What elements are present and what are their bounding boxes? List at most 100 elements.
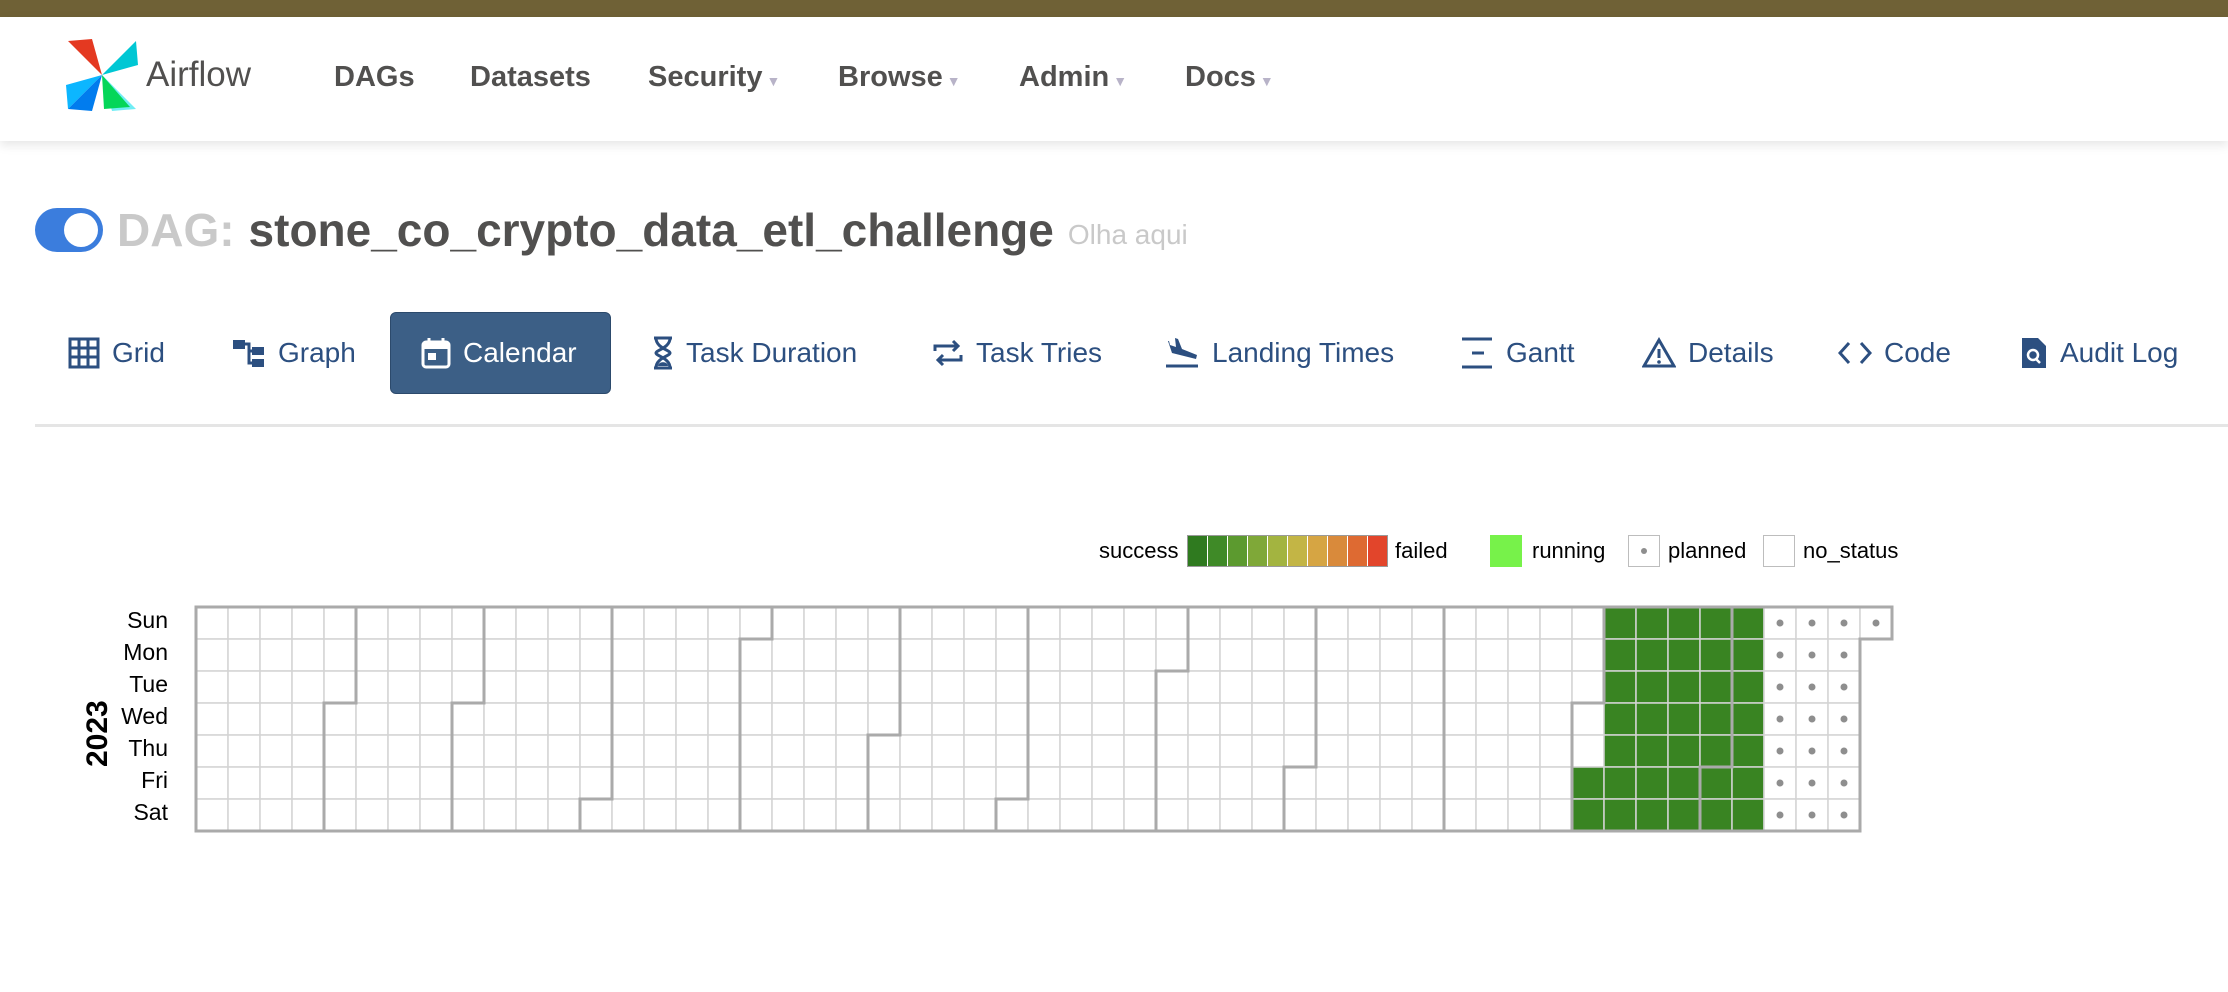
day-cell[interactable] (835, 606, 869, 640)
day-cell[interactable] (1187, 798, 1221, 832)
day-cell-success[interactable] (1635, 702, 1669, 736)
day-cell[interactable] (579, 606, 613, 640)
day-cell[interactable] (355, 638, 389, 672)
day-cell[interactable] (1443, 606, 1477, 640)
day-cell[interactable] (1187, 606, 1221, 640)
day-cell[interactable] (1507, 702, 1541, 736)
day-cell[interactable] (451, 702, 485, 736)
day-cell[interactable] (195, 606, 229, 640)
day-cell[interactable] (483, 606, 517, 640)
day-cell[interactable] (451, 606, 485, 640)
day-cell[interactable] (1027, 638, 1061, 672)
day-cell[interactable] (739, 734, 773, 768)
day-cell[interactable] (1347, 702, 1381, 736)
day-cell[interactable] (547, 766, 581, 800)
day-cell-success[interactable] (1699, 702, 1733, 736)
day-cell[interactable] (675, 766, 709, 800)
day-cell[interactable] (227, 702, 261, 736)
day-cell[interactable] (291, 670, 325, 704)
day-cell[interactable] (323, 606, 357, 640)
day-cell[interactable] (739, 798, 773, 832)
day-cell[interactable] (259, 734, 293, 768)
day-cell[interactable] (675, 670, 709, 704)
day-cell[interactable] (1251, 766, 1285, 800)
day-cell[interactable] (867, 606, 901, 640)
day-cell[interactable] (1283, 734, 1317, 768)
day-cell[interactable] (419, 766, 453, 800)
day-cell[interactable] (579, 638, 613, 672)
day-cell[interactable] (323, 734, 357, 768)
day-cell[interactable] (867, 638, 901, 672)
day-cell[interactable] (1539, 734, 1573, 768)
day-cell[interactable] (1091, 734, 1125, 768)
day-cell[interactable] (227, 606, 261, 640)
day-cell[interactable] (1027, 670, 1061, 704)
day-cell[interactable] (1187, 670, 1221, 704)
day-cell[interactable] (899, 638, 933, 672)
day-cell[interactable] (419, 798, 453, 832)
day-cell[interactable] (1283, 702, 1317, 736)
day-cell-success[interactable] (1571, 798, 1605, 832)
day-cell[interactable] (195, 798, 229, 832)
day-cell-success[interactable] (1635, 670, 1669, 704)
day-cell[interactable] (515, 702, 549, 736)
day-cell-success[interactable] (1603, 798, 1637, 832)
day-cell[interactable] (1475, 734, 1509, 768)
day-cell[interactable] (963, 606, 997, 640)
day-cell[interactable] (1091, 638, 1125, 672)
day-cell[interactable] (1155, 734, 1189, 768)
day-cell[interactable] (1315, 734, 1349, 768)
day-cell[interactable] (1411, 638, 1445, 672)
day-cell[interactable] (611, 606, 645, 640)
day-cell[interactable] (483, 702, 517, 736)
day-cell[interactable] (835, 670, 869, 704)
day-cell[interactable] (995, 798, 1029, 832)
day-cell[interactable] (931, 670, 965, 704)
day-cell[interactable] (291, 798, 325, 832)
day-cell[interactable] (1283, 766, 1317, 800)
day-cell[interactable] (803, 766, 837, 800)
day-cell[interactable] (227, 670, 261, 704)
day-cell[interactable] (483, 734, 517, 768)
day-cell[interactable] (291, 766, 325, 800)
day-cell[interactable] (259, 638, 293, 672)
day-cell[interactable] (1059, 702, 1093, 736)
day-cell-success[interactable] (1667, 766, 1701, 800)
day-cell[interactable] (803, 734, 837, 768)
day-cell[interactable] (835, 766, 869, 800)
day-cell[interactable] (1347, 638, 1381, 672)
day-cell[interactable] (579, 734, 613, 768)
day-cell[interactable] (1059, 798, 1093, 832)
day-cell[interactable] (1091, 670, 1125, 704)
day-cell[interactable] (1347, 798, 1381, 832)
day-cell[interactable] (1283, 606, 1317, 640)
day-cell[interactable] (835, 638, 869, 672)
day-cell[interactable] (1091, 606, 1125, 640)
day-cell[interactable] (867, 670, 901, 704)
day-cell[interactable] (291, 702, 325, 736)
day-cell[interactable] (1123, 670, 1157, 704)
day-cell[interactable] (931, 734, 965, 768)
day-cell[interactable] (707, 766, 741, 800)
day-cell[interactable] (355, 702, 389, 736)
day-cell[interactable] (579, 702, 613, 736)
day-cell[interactable] (1219, 606, 1253, 640)
day-cell[interactable] (739, 606, 773, 640)
day-cell[interactable] (323, 670, 357, 704)
day-cell[interactable] (387, 766, 421, 800)
day-cell[interactable] (547, 606, 581, 640)
day-cell-success[interactable] (1731, 638, 1765, 672)
day-cell[interactable] (1091, 798, 1125, 832)
day-cell[interactable] (771, 702, 805, 736)
day-cell[interactable] (195, 766, 229, 800)
day-cell[interactable] (1507, 798, 1541, 832)
day-cell[interactable] (1219, 638, 1253, 672)
day-cell-success[interactable] (1635, 798, 1669, 832)
day-cell[interactable] (1475, 638, 1509, 672)
day-cell[interactable] (1283, 798, 1317, 832)
day-cell[interactable] (1507, 670, 1541, 704)
day-cell[interactable] (451, 734, 485, 768)
day-cell[interactable] (739, 638, 773, 672)
day-cell[interactable] (1379, 670, 1413, 704)
day-cell-success[interactable] (1635, 606, 1669, 640)
